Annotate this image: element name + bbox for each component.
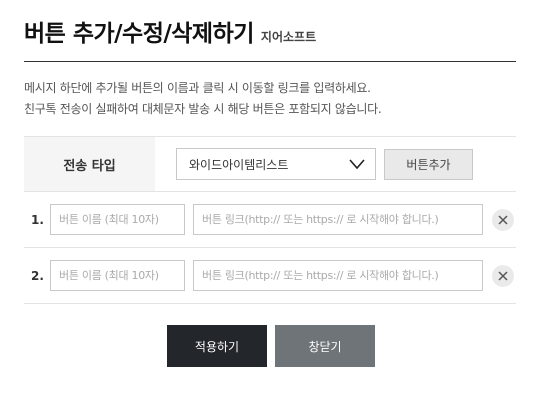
description-line-1: 메시지 하단에 추가될 버튼의 이름과 클릭 시 이동할 링크를 입력하세요. [24, 81, 371, 95]
button-link-input-2[interactable] [193, 260, 483, 291]
chevron-down-icon [349, 159, 365, 170]
row-number: 1. [31, 213, 44, 227]
header-divider [24, 61, 516, 62]
button-name-input-1[interactable] [50, 204, 185, 235]
delete-row-button-2[interactable] [492, 265, 514, 287]
send-type-selected-value: 와이드아이템리스트 [189, 157, 289, 172]
send-type-label: 전송 타입 [24, 137, 155, 191]
page-title: 버튼 추가/수정/삭제하기 [24, 21, 254, 47]
apply-button[interactable]: 적용하기 [167, 325, 267, 367]
page-subtitle: 지어소프트 [260, 30, 317, 44]
button-name-input-2[interactable] [50, 260, 185, 291]
button-row-1: 1. [24, 192, 516, 248]
close-icon [498, 271, 508, 281]
add-button-button[interactable]: 버튼추가 [384, 149, 473, 180]
dialog-header: 버튼 추가/수정/삭제하기 지어소프트 [24, 14, 316, 48]
description: 메시지 하단에 추가될 버튼의 이름과 클릭 시 이동할 링크를 입력하세요. … [24, 78, 382, 120]
delete-row-button-1[interactable] [492, 209, 514, 231]
send-type-select[interactable]: 와이드아이템리스트 [176, 148, 376, 180]
close-icon [498, 215, 508, 225]
close-window-button[interactable]: 창닫기 [275, 325, 375, 367]
button-row-2: 2. [24, 248, 516, 304]
button-link-input-1[interactable] [193, 204, 483, 235]
send-type-row: 전송 타입 와이드아이템리스트 버튼추가 [24, 136, 516, 192]
row-number: 2. [31, 269, 44, 283]
description-line-2: 친구톡 전송이 실패하여 대체문자 발송 시 해당 버튼은 포함되지 않습니다. [24, 102, 382, 116]
